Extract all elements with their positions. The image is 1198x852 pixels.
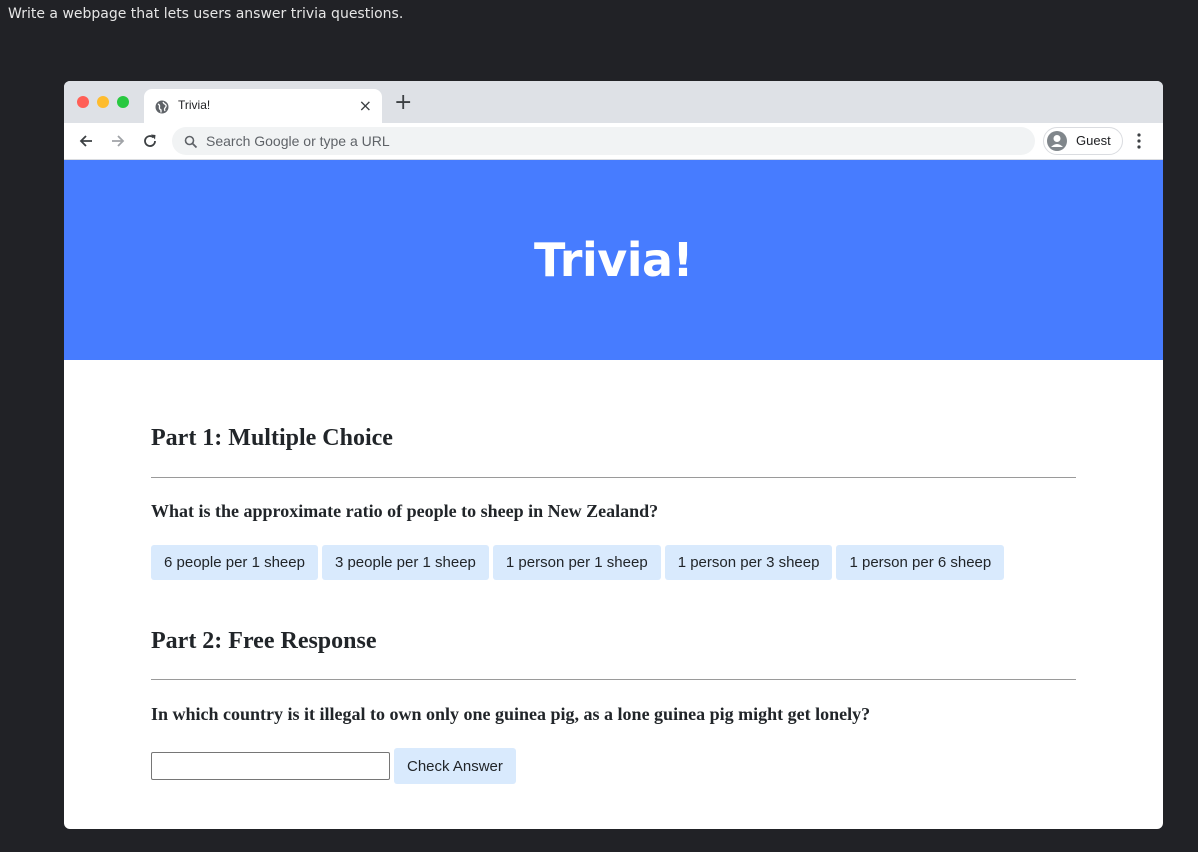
profile-button[interactable]: Guest <box>1043 127 1123 155</box>
address-input[interactable] <box>206 127 1006 155</box>
option-button[interactable]: 6 people per 1 sheep <box>151 545 318 580</box>
globe-icon <box>155 99 169 118</box>
question-2: In which country is it illegal to own on… <box>151 704 871 724</box>
divider <box>151 477 1076 478</box>
tab-title: Trivia! <box>178 98 211 112</box>
question-1: What is the approximate ratio of people … <box>151 501 659 521</box>
back-arrow-icon[interactable] <box>77 132 95 154</box>
profile-name: Guest <box>1076 133 1111 148</box>
divider <box>151 679 1076 680</box>
prompt-text: Write a webpage that lets users answer t… <box>8 6 404 22</box>
answer-row: Check Answer <box>151 748 1076 784</box>
part2-title: Part 2: Free Response <box>151 628 377 654</box>
forward-arrow-icon[interactable] <box>109 132 127 154</box>
option-button[interactable]: 1 person per 1 sheep <box>492 545 661 580</box>
page-header: Trivia! <box>64 160 1163 360</box>
minimize-window-button[interactable] <box>97 96 109 108</box>
tab-bar: Trivia! × + <box>64 81 1163 123</box>
part1-title: Part 1: Multiple Choice <box>151 425 393 451</box>
answer-input[interactable] <box>151 752 390 780</box>
reload-icon[interactable] <box>141 132 159 154</box>
address-bar[interactable] <box>172 127 1035 155</box>
browser-toolbar: Guest <box>64 123 1163 160</box>
check-answer-button[interactable]: Check Answer <box>394 748 516 784</box>
tab-close-icon[interactable]: × <box>359 98 372 114</box>
search-icon <box>184 134 198 153</box>
page-title: Trivia! <box>533 233 694 287</box>
maximize-window-button[interactable] <box>117 96 129 108</box>
tab-trivia[interactable]: Trivia! × <box>144 89 382 123</box>
page-content: Part 1: Multiple Choice What is the appr… <box>64 360 1163 784</box>
window-controls <box>77 96 129 108</box>
answer-options: 6 people per 1 sheep 3 people per 1 shee… <box>151 545 1076 580</box>
option-button[interactable]: 1 person per 6 sheep <box>836 545 1005 580</box>
avatar-icon <box>1047 131 1067 155</box>
option-button[interactable]: 3 people per 1 sheep <box>321 545 489 580</box>
close-window-button[interactable] <box>77 96 89 108</box>
browser-window: Trivia! × + Search Google or type a URL … <box>64 81 1163 829</box>
kebab-menu-icon[interactable] <box>1137 133 1141 153</box>
new-tab-button[interactable]: + <box>394 92 412 114</box>
option-button[interactable]: 1 person per 3 sheep <box>664 545 833 580</box>
